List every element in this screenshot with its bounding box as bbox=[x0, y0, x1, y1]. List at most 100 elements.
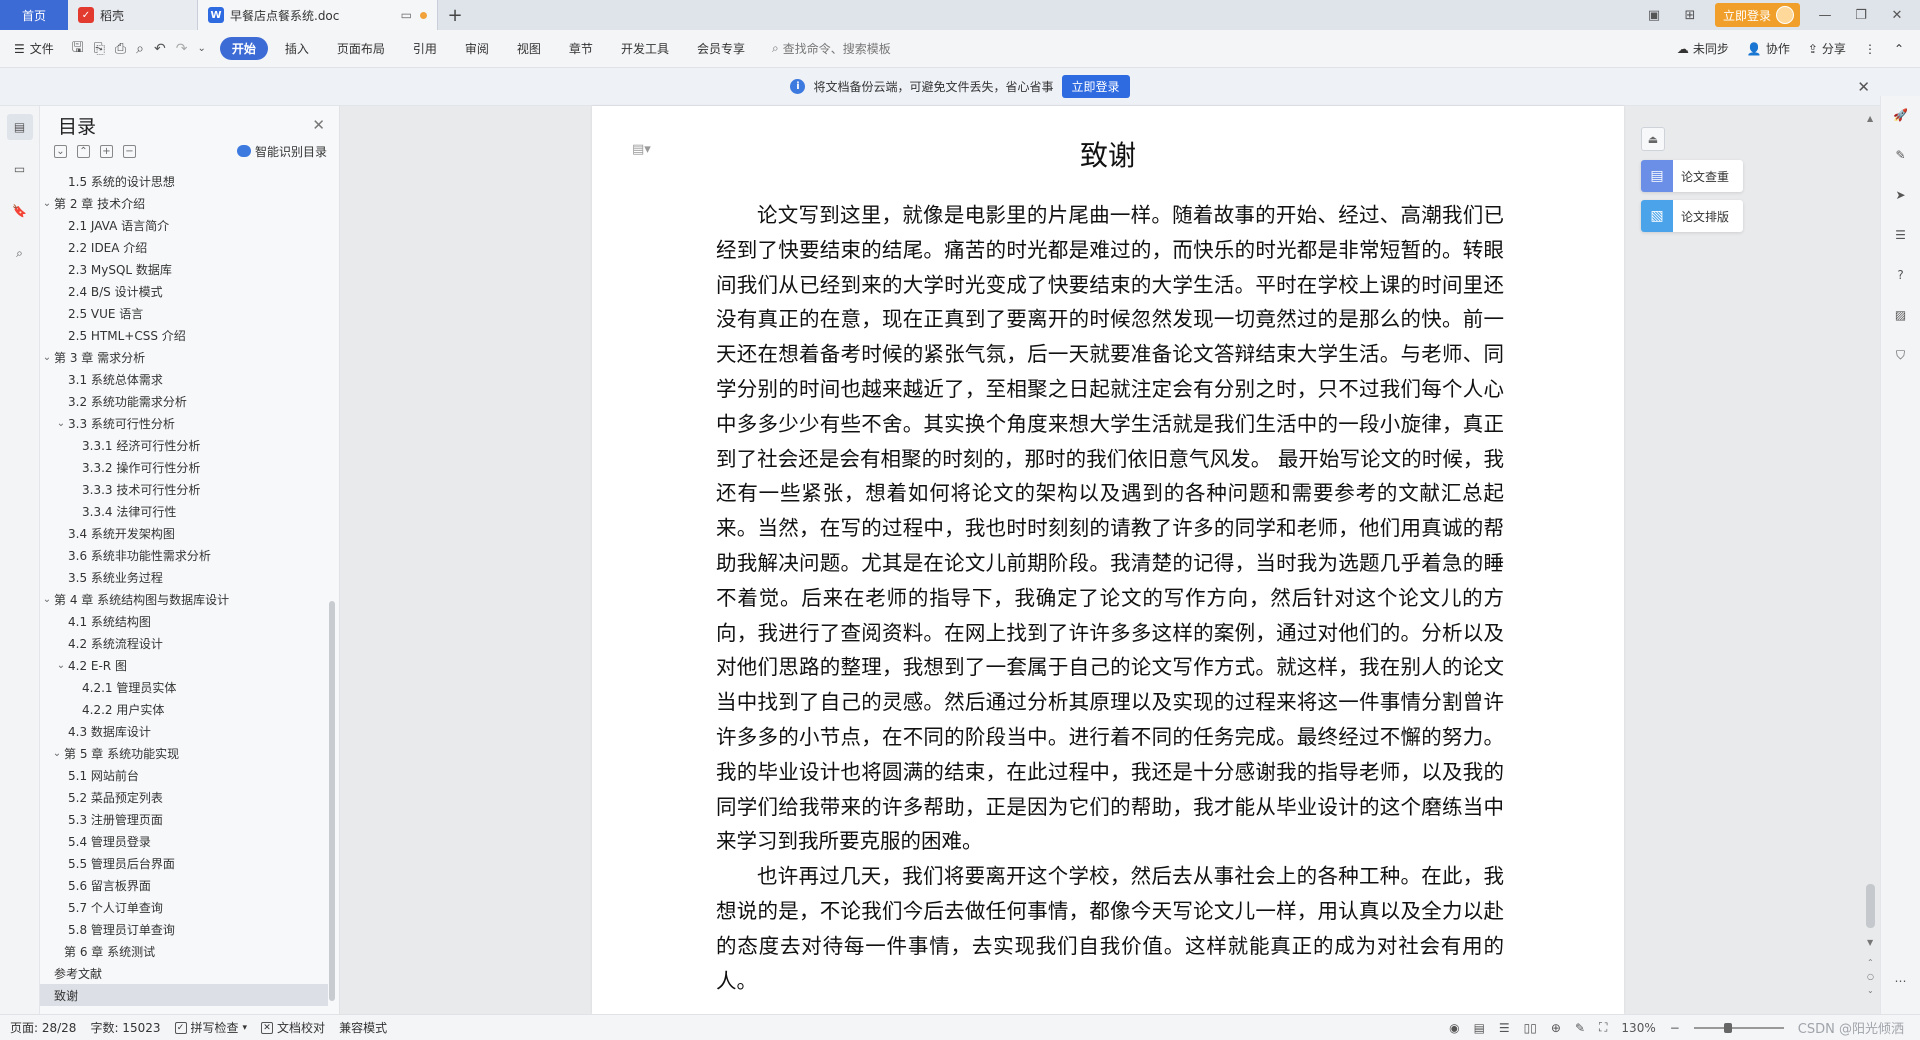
scroll-up-icon[interactable]: ▲ bbox=[1867, 114, 1873, 123]
select-object-icon[interactable]: ○ bbox=[1867, 972, 1874, 981]
fit-page-icon[interactable]: ⛶ bbox=[1599, 1020, 1607, 1035]
menu-home[interactable]: 开始 bbox=[219, 37, 268, 60]
toc-item[interactable]: 3.5 系统业务过程 bbox=[40, 566, 328, 588]
toc-icon[interactable]: ▤ bbox=[6, 114, 33, 140]
write-view-icon[interactable]: ✎ bbox=[1575, 1021, 1585, 1035]
toc-item[interactable]: 4.2 系统流程设计 bbox=[40, 632, 328, 654]
menu-view[interactable]: 视图 bbox=[506, 37, 552, 60]
tab-cloud-icon[interactable]: ▭ bbox=[401, 8, 412, 22]
zoom-level[interactable]: 130% bbox=[1621, 1021, 1655, 1035]
collaborate-button[interactable]: 👤 协作 bbox=[1747, 40, 1790, 57]
menu-references[interactable]: 引用 bbox=[402, 37, 448, 60]
toc-item[interactable]: 5.1 网站前台 bbox=[40, 764, 328, 786]
share-button[interactable]: ⇪ 分享 bbox=[1808, 40, 1846, 57]
cursor-icon[interactable]: ➤ bbox=[1888, 182, 1914, 208]
tab-home[interactable]: 首页 bbox=[0, 0, 68, 30]
toc-item[interactable]: 5.3 注册管理页面 bbox=[40, 808, 328, 830]
toc-item[interactable]: 3.4 系统开发架构图 bbox=[40, 522, 328, 544]
collapse-all-icon[interactable]: ⌄ bbox=[54, 144, 67, 158]
toc-item[interactable]: 3.3.2 操作可行性分析 bbox=[40, 456, 328, 478]
toc-item[interactable]: 5.8 管理员订单查询 bbox=[40, 918, 328, 940]
toc-item[interactable]: 3.2 系统功能需求分析 bbox=[40, 390, 328, 412]
help-icon[interactable]: ? bbox=[1888, 262, 1914, 288]
toc-item[interactable]: 3.3.4 法律可行性 bbox=[40, 500, 328, 522]
toc-item[interactable]: 4.1 系统结构图 bbox=[40, 610, 328, 632]
chevron-down-icon[interactable]: ⌄ bbox=[50, 748, 64, 759]
prev-page-icon[interactable]: ⌃ bbox=[1867, 958, 1874, 967]
notification-login-button[interactable]: 立即登录 bbox=[1061, 75, 1130, 98]
close-icon[interactable]: ✕ bbox=[1857, 78, 1870, 96]
toc-item[interactable]: 5.5 管理员后台界面 bbox=[40, 852, 328, 874]
chevron-down-icon[interactable]: ⌄ bbox=[40, 352, 54, 363]
toc-item[interactable]: 3.3.1 经济可行性分析 bbox=[40, 434, 328, 456]
toc-item[interactable]: 2.1 JAVA 语言简介 bbox=[40, 214, 328, 236]
export-icon[interactable]: ⎘ bbox=[94, 41, 105, 57]
spell-check-toggle[interactable]: ✓ 拼写检查 ▾ bbox=[174, 1019, 247, 1036]
toc-item[interactable]: ⌄ 3.3 系统可行性分析 bbox=[40, 412, 328, 434]
toc-item[interactable]: ⌄ 第 4 章 系统结构图与数据库设计 bbox=[40, 588, 328, 610]
toc-item[interactable]: ⌄ 第 2 章 技术介绍 bbox=[40, 192, 328, 214]
proofread-button[interactable]: ✕ 文档校对 bbox=[261, 1019, 325, 1036]
grid-icon[interactable]: ⊞ bbox=[1679, 8, 1701, 23]
pen-icon[interactable]: ✎ bbox=[1888, 142, 1914, 168]
shield-icon[interactable]: ⛉ bbox=[1888, 342, 1914, 368]
paper-format-button[interactable]: ▧ 论文排版 bbox=[1641, 200, 1743, 232]
menu-section[interactable]: 章节 bbox=[558, 37, 604, 60]
toc-item[interactable]: ⌄ 第 5 章 系统功能实现 bbox=[40, 742, 328, 764]
search-icon[interactable]: ⌕ bbox=[7, 240, 33, 266]
rocket-icon[interactable]: 🚀 bbox=[1888, 102, 1914, 128]
print-icon[interactable]: ⎙ bbox=[115, 41, 126, 57]
menu-vip[interactable]: 会员专享 bbox=[686, 37, 756, 60]
chevron-down-icon[interactable]: ⌄ bbox=[54, 660, 68, 671]
bookmark-icon[interactable]: 🔖 bbox=[7, 198, 33, 224]
toc-item[interactable]: ⌄ 第 3 章 需求分析 bbox=[40, 346, 328, 368]
sync-button[interactable]: ☁ 未同步 bbox=[1677, 40, 1729, 57]
chevron-down-icon[interactable]: ⌄ bbox=[40, 594, 54, 605]
chevron-down-icon[interactable]: ⌄ bbox=[54, 418, 68, 429]
zoom-slider[interactable] bbox=[1693, 1022, 1784, 1033]
close-icon[interactable]: ✕ bbox=[1886, 8, 1908, 23]
eye-icon[interactable]: ◉ bbox=[1449, 1021, 1459, 1035]
smart-toc-button[interactable]: 智能识别目录 bbox=[236, 143, 327, 160]
zoom-slider-handle[interactable] bbox=[1723, 1022, 1732, 1033]
reading-view-icon[interactable]: ▯▯ bbox=[1524, 1021, 1537, 1035]
page-view-icon[interactable]: ▤ bbox=[1474, 1021, 1485, 1035]
toc-item[interactable]: 2.3 MySQL 数据库 bbox=[40, 258, 328, 280]
document-page[interactable]: ▤▾ 致谢 论文写到这里，就像是电影里的片尾曲一样。随着故事的开始、经过、高潮我… bbox=[592, 106, 1624, 1014]
pin-icon[interactable]: ⏏ bbox=[1641, 127, 1665, 151]
navigation-icon[interactable]: ▭ bbox=[7, 156, 33, 182]
remove-heading-icon[interactable]: − bbox=[123, 144, 136, 158]
more-icon[interactable]: ⋯ bbox=[1888, 968, 1914, 994]
toc-item[interactable]: 1.5 系统的设计思想 bbox=[40, 170, 328, 192]
menu-insert[interactable]: 插入 bbox=[274, 37, 320, 60]
paper-check-button[interactable]: ▤ 论文查重 bbox=[1641, 160, 1743, 192]
menu-review[interactable]: 审阅 bbox=[454, 37, 500, 60]
login-button[interactable]: 立即登录 bbox=[1714, 3, 1800, 27]
preview-icon[interactable]: ⌕ bbox=[136, 41, 144, 57]
toc-item[interactable]: 3.3.3 技术可行性分析 bbox=[40, 478, 328, 500]
toc-item[interactable]: 参考文献 bbox=[40, 962, 328, 984]
redo-icon[interactable]: ↷ bbox=[176, 41, 188, 57]
toc-item[interactable]: 2.5 VUE 语言 bbox=[40, 302, 328, 324]
web-view-icon[interactable]: ⊕ bbox=[1551, 1021, 1561, 1035]
save-icon[interactable]: 🖫 bbox=[72, 37, 84, 61]
tab-daoke[interactable]: ✓ 稻壳 bbox=[68, 0, 198, 30]
toc-item[interactable]: 5.7 个人订单查询 bbox=[40, 896, 328, 918]
toc-item[interactable]: ⌄ 4.2 E-R 图 bbox=[40, 654, 328, 676]
layout-icon[interactable]: ▣ bbox=[1643, 8, 1665, 23]
tab-document[interactable]: W 早餐店点餐系统.doc ▭ bbox=[198, 0, 438, 30]
toc-item[interactable]: 2.4 B/S 设计模式 bbox=[40, 280, 328, 302]
toc-item[interactable]: 2.5 HTML+CSS 介绍 bbox=[40, 324, 328, 346]
scroll-down-icon[interactable]: ▼ bbox=[1867, 938, 1873, 947]
file-menu[interactable]: ☰ 文件 bbox=[0, 40, 64, 57]
word-count[interactable]: 字数: 15023 bbox=[90, 1019, 160, 1036]
collapse-ribbon-icon[interactable]: ⌃ bbox=[1894, 42, 1904, 56]
page-count[interactable]: 页面: 28/28 bbox=[10, 1019, 76, 1036]
toc-item[interactable]: 2.2 IDEA 介绍 bbox=[40, 236, 328, 258]
toc-item[interactable]: 4.2.2 用户实体 bbox=[40, 698, 328, 720]
add-heading-icon[interactable]: + bbox=[100, 144, 113, 158]
sliders-icon[interactable]: ☰ bbox=[1888, 222, 1914, 248]
toc-item[interactable]: 4.2.1 管理员实体 bbox=[40, 676, 328, 698]
outline-view-icon[interactable]: ☰ bbox=[1499, 1021, 1510, 1035]
chevron-down-icon[interactable]: ⌄ bbox=[40, 198, 54, 209]
